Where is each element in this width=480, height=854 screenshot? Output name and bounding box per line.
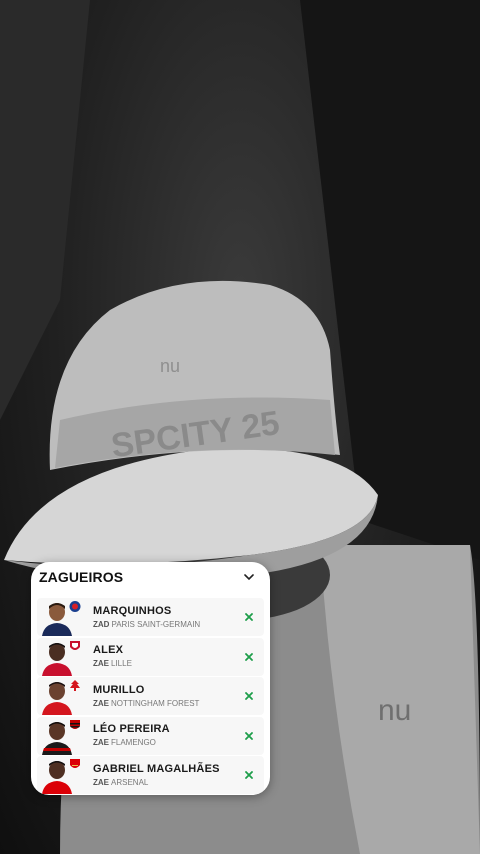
close-icon[interactable] [244,691,254,701]
close-icon[interactable] [244,652,254,662]
player-avatar [37,756,87,795]
player-position: ZAE [93,698,109,708]
svg-text:nu: nu [378,694,411,727]
player-row[interactable]: MURILLO ZAE NOTTINGHAM FOREST [37,677,264,716]
player-position: ZAE [93,777,109,787]
defenders-panel: ZAGUEIROS MARQUINHOS ZAD PARIS SAINT-GERM… [31,562,270,795]
player-club: LILLE [111,659,132,669]
player-avatar [37,638,87,676]
close-icon[interactable] [244,770,254,780]
player-name: LÉO PEREIRA [93,723,170,736]
psg-crest-icon [69,601,81,612]
player-row[interactable]: GABRIEL MAGALHÃES ZAE ARSENAL [37,756,264,795]
player-position: ZAD [93,619,110,629]
player-row[interactable]: LÉO PEREIRA ZAE FLAMENGO [37,716,264,755]
player-avatar [37,717,87,755]
panel-title: ZAGUEIROS [39,569,124,585]
player-row[interactable]: ALEX ZAE LILLE [37,637,264,676]
player-position: ZAE [93,659,109,669]
svg-text:nu: nu [160,356,180,376]
flamengo-crest-icon [70,719,80,729]
player-list: MARQUINHOS ZADPARIS SAINT-GERMAIN ALEX [31,592,270,795]
lille-crest-icon [70,640,80,650]
chevron-down-icon[interactable] [243,571,255,583]
player-club: PARIS SAINT-GERMAIN [111,619,201,629]
player-row[interactable]: MARQUINHOS ZAD PARIS SAINT-GERMAIN [37,598,264,636]
player-club: ARSENAL [111,777,149,787]
player-name: MARQUINHOS [93,604,172,617]
player-avatar [37,598,87,636]
player-position: ZAE [93,738,109,748]
close-icon[interactable] [244,731,254,741]
player-name: MURILLO [93,683,145,696]
player-name: GABRIEL MAGALHÃES [93,762,220,775]
player-avatar [37,677,87,716]
player-club: FLAMENGO [111,738,156,748]
nottingham-forest-crest-icon [70,680,80,692]
arsenal-crest-icon [70,759,80,769]
close-icon[interactable] [244,612,254,622]
panel-header[interactable]: ZAGUEIROS [31,562,270,592]
player-name: ALEX [93,644,124,657]
player-club: NOTTINGHAM FOREST [111,698,200,708]
